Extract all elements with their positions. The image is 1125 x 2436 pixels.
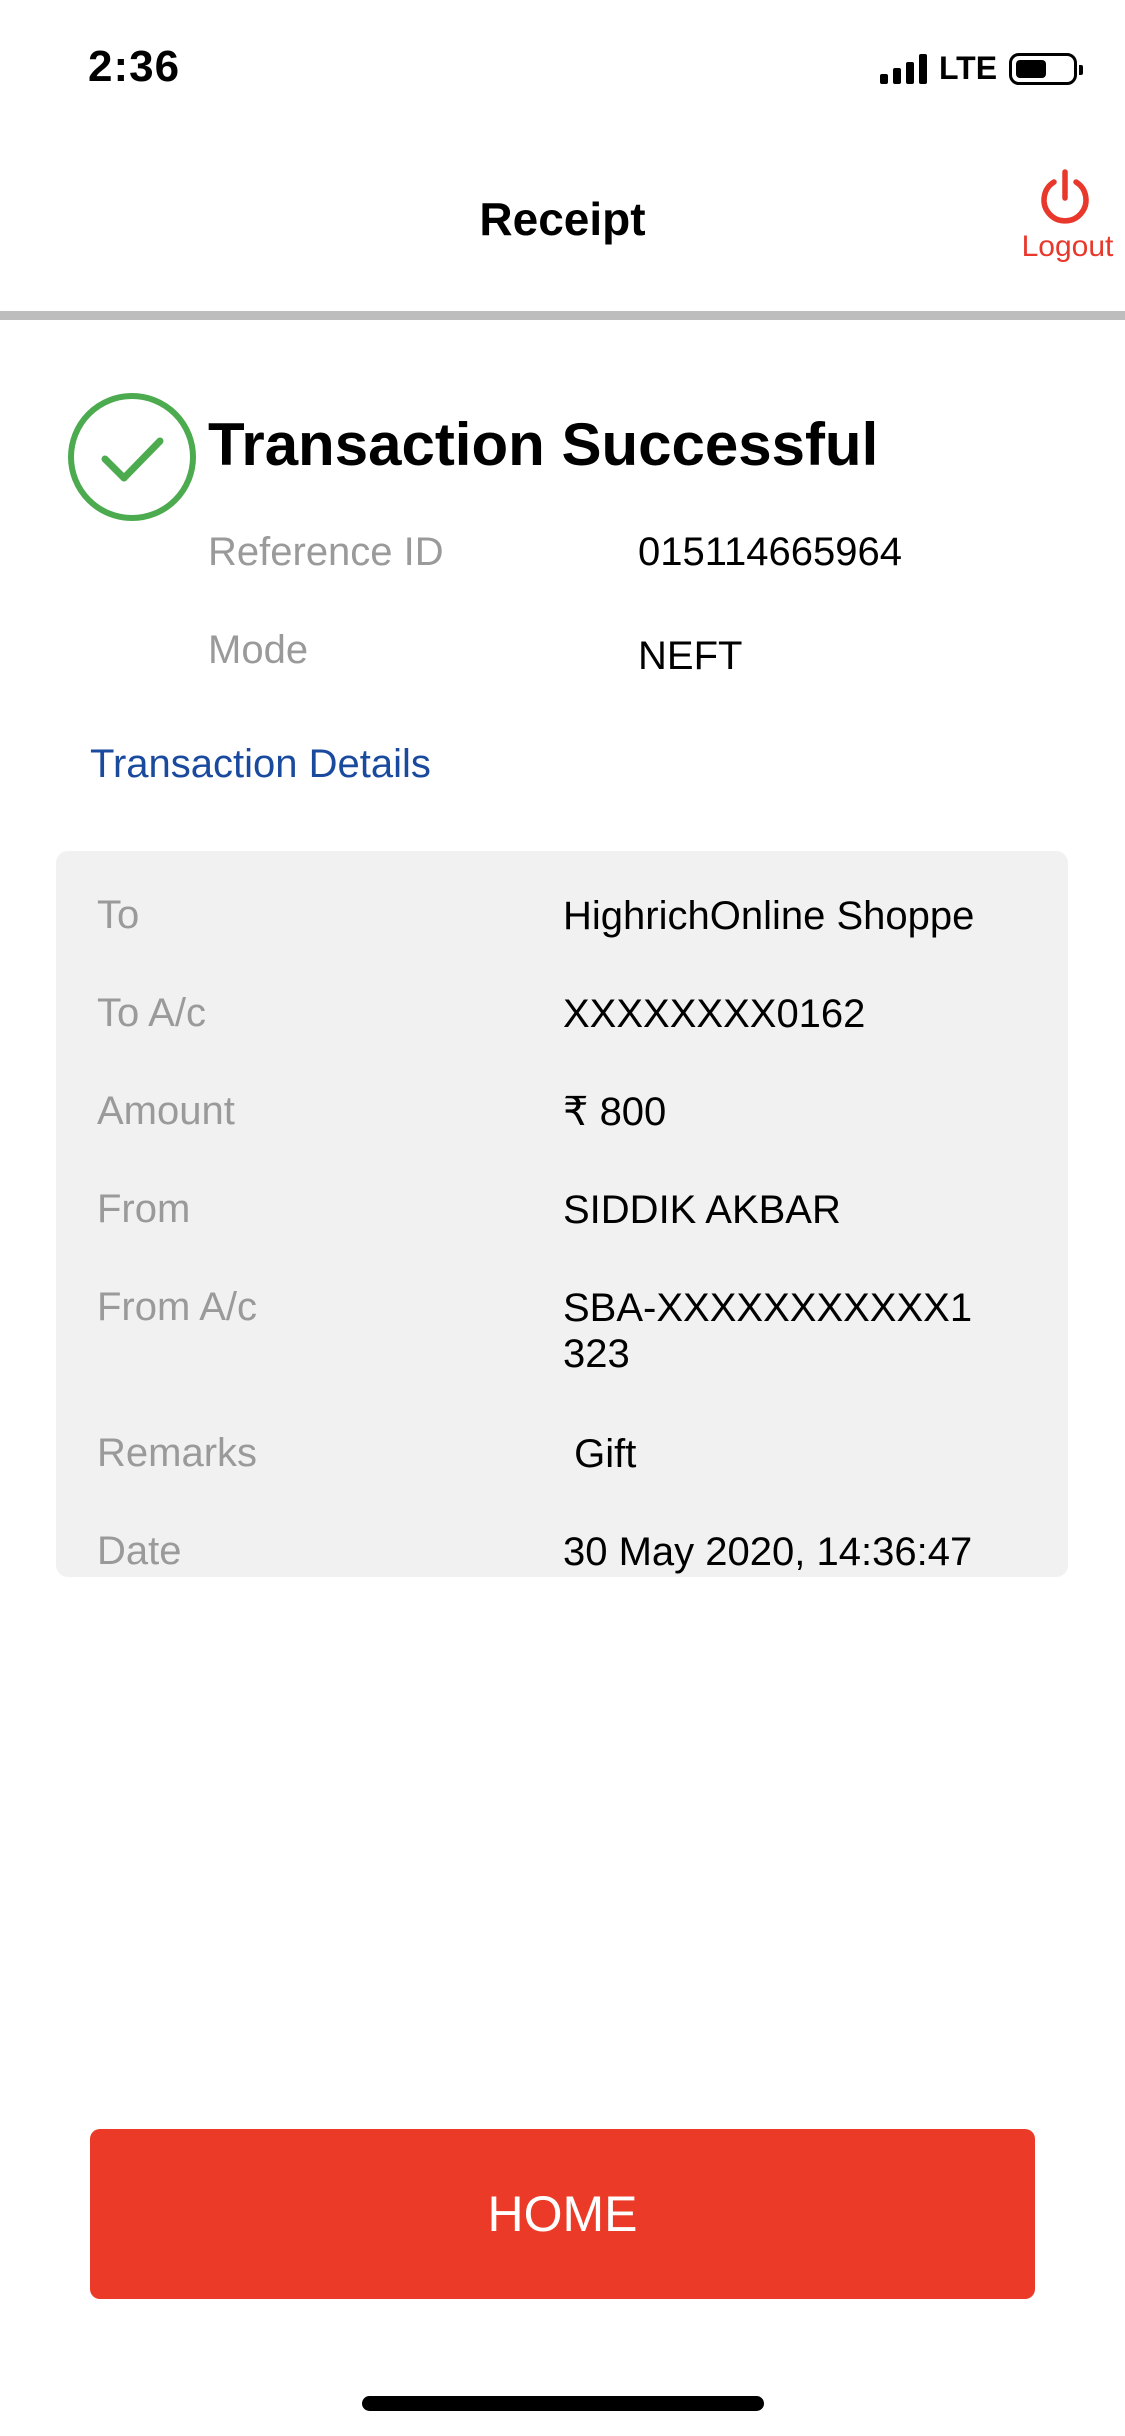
reference-id-label: Reference ID — [208, 530, 444, 574]
to-value: HighrichOnline Shoppe — [563, 894, 975, 938]
page-title: Receipt — [479, 193, 646, 245]
remarks-value: Gift — [563, 1432, 637, 1476]
signal-icon — [880, 53, 927, 84]
from-account-value: SBA-XXXXXXXXXXX1323 — [563, 1286, 973, 1376]
to-account-value: XXXXXXXX0162 — [563, 992, 866, 1036]
from-label: From — [97, 1187, 191, 1231]
amount-label: Amount — [97, 1089, 235, 1133]
check-circle-icon — [68, 393, 196, 521]
mode-label: Mode — [208, 628, 309, 672]
success-title: Transaction Successful — [208, 411, 879, 478]
from-account-label: From A/c — [97, 1285, 258, 1329]
home-button[interactable]: HOME — [90, 2129, 1035, 2299]
home-indicator[interactable] — [362, 2396, 764, 2411]
from-value: SIDDIK AKBAR — [563, 1188, 841, 1232]
reference-id-value: 015114665964 — [638, 530, 902, 574]
receipt-screen: 2:36 LTE Receipt Logout Transaction Succ… — [0, 0, 1125, 2436]
date-label: Date — [97, 1529, 182, 1573]
network-type: LTE — [939, 50, 998, 86]
transaction-details-card: To HighrichOnline Shoppe To A/c XXXXXXXX… — [56, 851, 1068, 1577]
logout-button[interactable]: Logout — [1010, 168, 1120, 264]
mode-value: NEFT — [638, 634, 743, 678]
battery-icon — [1009, 52, 1084, 85]
date-value: 30 May 2020, 14:36:47 — [563, 1530, 973, 1574]
header-divider — [0, 311, 1125, 320]
to-account-label: To A/c — [97, 991, 206, 1035]
power-icon — [1041, 169, 1089, 224]
to-label: To — [97, 893, 140, 937]
transaction-details-link[interactable]: Transaction Details — [90, 742, 431, 787]
status-indicators: LTE — [880, 50, 1084, 87]
logout-label: Logout — [1021, 230, 1114, 263]
amount-value: ₹ 800 — [563, 1090, 667, 1134]
status-time: 2:36 — [88, 42, 181, 91]
remarks-label: Remarks — [97, 1431, 258, 1475]
